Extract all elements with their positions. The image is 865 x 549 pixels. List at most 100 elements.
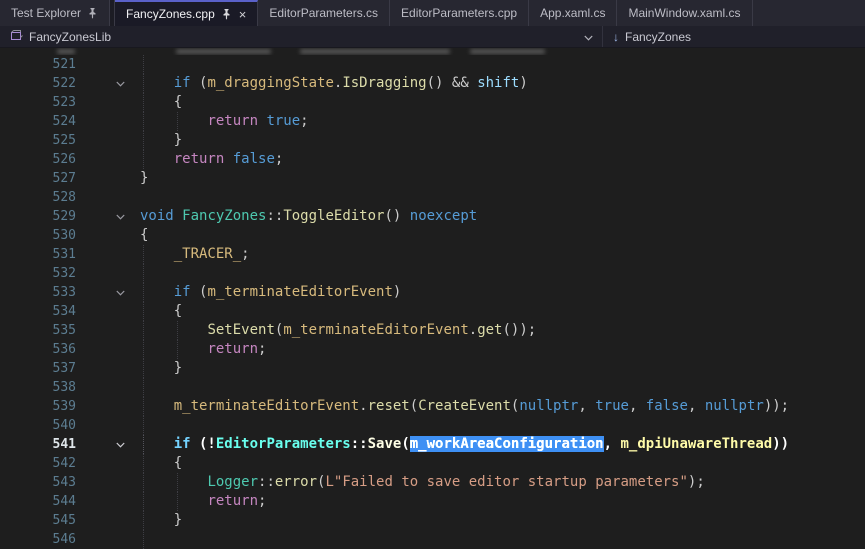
code-line[interactable]: 542{ xyxy=(0,454,865,473)
fold-column xyxy=(76,359,140,378)
line-number[interactable]: 534 xyxy=(0,302,76,321)
code-line[interactable]: 523{ xyxy=(0,93,865,112)
line-number[interactable]: 524 xyxy=(0,112,76,131)
code-line[interactable]: 545} xyxy=(0,511,865,530)
indent-guide xyxy=(143,112,144,131)
code-line[interactable]: 534{ xyxy=(0,302,865,321)
chevron-down-icon[interactable] xyxy=(584,30,593,44)
code-line[interactable]: 526return false; xyxy=(0,150,865,169)
scope-dropdown[interactable]: ↓ FancyZones xyxy=(602,26,865,47)
code-editor[interactable]: 521522 if (m_draggingState.IsDragging() &… xyxy=(0,48,865,549)
pin-icon[interactable] xyxy=(221,8,232,20)
code-line[interactable]: 529void FancyZones::ToggleEditor() noexc… xyxy=(0,207,865,226)
code-line[interactable]: 530{ xyxy=(0,226,865,245)
line-number[interactable]: 539 xyxy=(0,397,76,416)
pin-icon[interactable] xyxy=(87,7,98,19)
code-line[interactable]: 535SetEvent(m_terminateEditorEvent.get()… xyxy=(0,321,865,340)
library-icon xyxy=(9,28,23,45)
tab-editorparameters-cpp[interactable]: EditorParameters.cpp xyxy=(390,0,529,26)
code-line[interactable]: 543Logger::error(L"Failed to save editor… xyxy=(0,473,865,492)
token-plain: ( xyxy=(191,75,208,91)
token-plain: :: xyxy=(351,436,368,452)
code-line[interactable]: 524return true; xyxy=(0,112,865,131)
code-line[interactable]: 536 return; xyxy=(0,340,865,359)
line-number[interactable]: 545 xyxy=(0,511,76,530)
token-type: FancyZones xyxy=(182,208,266,224)
fold-chevron-icon[interactable] xyxy=(76,74,140,93)
code-line[interactable]: 531_TRACER_; xyxy=(0,245,865,264)
tab-label: EditorParameters.cs xyxy=(269,6,378,20)
token-type: Logger xyxy=(207,474,258,490)
code-line[interactable]: 533 if (m_terminateEditorEvent) xyxy=(0,283,865,302)
token-plain: ( xyxy=(410,398,418,414)
line-number[interactable]: 530 xyxy=(0,226,76,245)
token-plain: ( xyxy=(191,284,208,300)
token-plain: } xyxy=(174,512,182,528)
indent-guide xyxy=(143,340,144,359)
code-text: if (m_draggingState.IsDragging() && shif… xyxy=(140,74,865,93)
token-plain: () xyxy=(384,208,409,224)
tab-editorparameters-cs[interactable]: EditorParameters.cs xyxy=(258,0,390,26)
line-number[interactable]: 522 xyxy=(0,74,76,93)
code-text xyxy=(140,530,865,549)
line-number[interactable]: 527 xyxy=(0,169,76,188)
line-number[interactable]: 529 xyxy=(0,207,76,226)
line-number[interactable]: 546 xyxy=(0,530,76,549)
code-line[interactable]: 522 if (m_draggingState.IsDragging() && s… xyxy=(0,74,865,93)
code-line[interactable]: 521 xyxy=(0,55,865,74)
token-ctrl: return xyxy=(207,493,258,509)
line-number[interactable]: 531 xyxy=(0,245,76,264)
code-line[interactable]: 539m_terminateEditorEvent.reset(CreateEv… xyxy=(0,397,865,416)
indent-guide xyxy=(143,264,144,283)
line-number[interactable]: 540 xyxy=(0,416,76,435)
code-line[interactable]: 538 xyxy=(0,378,865,397)
line-number[interactable]: 521 xyxy=(0,55,76,74)
token-plain: (! xyxy=(191,436,216,452)
code-line[interactable]: 546 xyxy=(0,530,865,549)
code-line[interactable]: 532 xyxy=(0,264,865,283)
tab-app-xaml-cs[interactable]: App.xaml.cs xyxy=(529,0,617,26)
tab-bar: Test Explorer FancyZones.cpp × EditorPar… xyxy=(0,0,865,26)
line-number[interactable]: 523 xyxy=(0,93,76,112)
line-number[interactable]: 535 xyxy=(0,321,76,340)
line-number[interactable]: 528 xyxy=(0,188,76,207)
line-number[interactable]: 533 xyxy=(0,283,76,302)
code-text xyxy=(140,188,865,207)
line-number[interactable]: 543 xyxy=(0,473,76,492)
fold-chevron-icon[interactable] xyxy=(76,435,140,454)
code-tokens: return; xyxy=(140,340,266,359)
line-number[interactable]: 526 xyxy=(0,150,76,169)
code-line[interactable]: 541if (!EditorParameters::Save(m_workAre… xyxy=(0,435,865,454)
tab-test-explorer[interactable]: Test Explorer xyxy=(0,0,110,26)
token-plain: , xyxy=(629,398,646,414)
tab-mainwindow-xaml-cs[interactable]: MainWindow.xaml.cs xyxy=(617,0,752,26)
close-icon[interactable]: × xyxy=(239,8,247,21)
clipped-line-fragment xyxy=(470,49,545,54)
line-number[interactable]: 525 xyxy=(0,131,76,150)
line-number[interactable]: 542 xyxy=(0,454,76,473)
code-line[interactable]: 540 xyxy=(0,416,865,435)
line-number[interactable]: 538 xyxy=(0,378,76,397)
token-plain: } xyxy=(174,360,182,376)
code-line[interactable]: 525} xyxy=(0,131,865,150)
code-text: } xyxy=(140,169,865,188)
code-line[interactable]: 528 xyxy=(0,188,865,207)
fold-column xyxy=(76,188,140,207)
code-line[interactable]: 527} xyxy=(0,169,865,188)
line-number[interactable]: 532 xyxy=(0,264,76,283)
code-line[interactable]: 544return; xyxy=(0,492,865,511)
tab-fancyzones-cpp[interactable]: FancyZones.cpp × xyxy=(115,0,258,26)
fold-chevron-icon[interactable] xyxy=(76,207,140,226)
token-kw: true xyxy=(266,113,300,129)
fold-chevron-icon[interactable] xyxy=(76,283,140,302)
code-line[interactable]: 537} xyxy=(0,359,865,378)
indent-guide xyxy=(177,112,178,131)
line-number[interactable]: 541 xyxy=(0,435,76,454)
fold-column xyxy=(76,416,140,435)
line-number[interactable]: 537 xyxy=(0,359,76,378)
indent-guide xyxy=(143,416,144,435)
project-dropdown[interactable]: FancyZonesLib xyxy=(0,26,602,47)
line-number[interactable]: 544 xyxy=(0,492,76,511)
code-tokens: if (m_terminateEditorEvent) xyxy=(140,283,401,302)
line-number[interactable]: 536 xyxy=(0,340,76,359)
